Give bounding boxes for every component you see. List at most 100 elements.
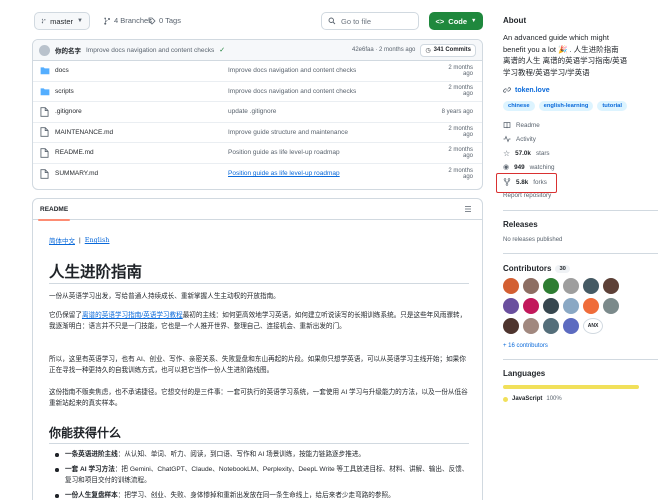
- topics: chinese english-learning tutorial: [503, 101, 628, 111]
- divider: [49, 443, 469, 444]
- search-icon: [328, 17, 336, 25]
- tags-link[interactable]: 0 Tags: [148, 16, 181, 25]
- topic-tag[interactable]: tutorial: [597, 101, 628, 111]
- contributors-count: 30: [555, 264, 570, 273]
- language-item[interactable]: JavaScript 100%: [503, 396, 562, 402]
- file-name[interactable]: SUMMARY.md: [52, 170, 228, 177]
- activity-label: Activity: [516, 135, 536, 143]
- paragraph-text: 它仍保留了: [49, 312, 82, 319]
- report-repository-link[interactable]: Report repository: [503, 192, 551, 199]
- go-to-file-input[interactable]: Go to file: [321, 12, 419, 30]
- branches-link[interactable]: 4 Branches: [103, 16, 152, 25]
- folder-icon: [40, 66, 52, 75]
- language-bar: [503, 385, 639, 389]
- contributor-anx[interactable]: ANX: [583, 318, 603, 334]
- tags-count: 0 Tags: [159, 16, 181, 25]
- chevron-down-icon: ▼: [77, 18, 83, 24]
- avatar[interactable]: [603, 298, 619, 314]
- code-icon: <>: [435, 16, 445, 26]
- readme-header: README: [33, 199, 482, 221]
- file-row[interactable]: MAINTENANCE.md Improve guide structure an…: [33, 123, 482, 143]
- feature-text: ：把 Gemini、ChatGPT、Claude、NotebookLM、Perp…: [65, 466, 469, 484]
- check-icon[interactable]: ✓: [219, 46, 225, 54]
- outline-icon[interactable]: [464, 205, 472, 213]
- file-name[interactable]: README.md: [52, 149, 228, 156]
- avatar[interactable]: [583, 278, 599, 294]
- avatar[interactable]: [583, 298, 599, 314]
- avatar[interactable]: [563, 318, 579, 334]
- code-label: Code: [448, 16, 468, 26]
- watching-count: 949: [514, 163, 525, 171]
- file-commit-message[interactable]: Position guide as life level-up roadmap: [228, 170, 438, 177]
- avatar[interactable]: [503, 318, 519, 334]
- avatar[interactable]: [543, 278, 559, 294]
- file-name[interactable]: docs: [52, 67, 228, 74]
- file-commit-message[interactable]: Improve guide structure and maintenance: [228, 129, 438, 136]
- file-row[interactable]: README.md Position guide as life level-up…: [33, 143, 482, 164]
- file-commit-message[interactable]: update .gitignore: [228, 108, 438, 115]
- commit-message[interactable]: Improve docs navigation and content chec…: [86, 47, 214, 54]
- commit-author[interactable]: 你的名字: [55, 45, 81, 55]
- avatar[interactable]: [563, 278, 579, 294]
- readme-link[interactable]: Readme: [503, 121, 540, 129]
- forks-highlight-box: [496, 173, 557, 193]
- about-title: About: [503, 16, 527, 25]
- readme-paragraph-2: 它仍保留了离谱的英语学习指南/英语学习教程最初的主线：如何更高效地学习英语，如何…: [49, 310, 471, 332]
- avatar[interactable]: [563, 298, 579, 314]
- topic-tag[interactable]: chinese: [503, 101, 535, 111]
- readme-paragraph-4: 这份指南不贩卖焦虑，也不承诺捷径。它想交付的是三件事：一套可执行的英语学习系统，…: [49, 389, 468, 407]
- repo-toolbar: master ▼ 4 Branches 0 Tags Go to file <>…: [32, 12, 483, 32]
- commit-hash-time[interactable]: 42e6faa · 2 months ago: [352, 47, 415, 53]
- file-row[interactable]: docs Improve docs navigation and content …: [33, 61, 482, 82]
- guide-link[interactable]: 离谱的英语学习指南/英语学习教程: [82, 312, 183, 319]
- avatar[interactable]: [523, 318, 539, 334]
- divider: [503, 253, 658, 254]
- avatar[interactable]: [503, 298, 519, 314]
- avatar[interactable]: [523, 278, 539, 294]
- lang-link-en[interactable]: English: [85, 236, 110, 244]
- file-row[interactable]: .gitignore update .gitignore 8 years ago: [33, 102, 482, 123]
- file-name[interactable]: scripts: [52, 88, 228, 95]
- file-name[interactable]: MAINTENANCE.md: [52, 129, 228, 136]
- avatar[interactable]: [603, 278, 619, 294]
- avatar[interactable]: [543, 298, 559, 314]
- section-heading: 你能获得什么: [49, 426, 122, 440]
- website-link[interactable]: token.love: [503, 86, 550, 94]
- avatar[interactable]: [523, 298, 539, 314]
- feature-title: 一套 AI 学习方法: [65, 466, 115, 473]
- file-date: 2 months ago: [448, 167, 473, 180]
- readme-tab[interactable]: README: [37, 199, 71, 221]
- releases-title[interactable]: Releases: [503, 220, 538, 229]
- lang-separator: |: [79, 236, 81, 244]
- file-name[interactable]: .gitignore: [52, 108, 228, 115]
- commits-button[interactable]: ◷ 341 Commits: [420, 43, 476, 57]
- contributors-header[interactable]: Contributors 30: [503, 264, 570, 273]
- tag-icon: [148, 17, 156, 25]
- stars-link[interactable]: ☆ 57.0k stars: [503, 149, 550, 158]
- lang-link-zh[interactable]: 简体中文: [49, 235, 75, 245]
- file-row[interactable]: SUMMARY.md Position guide as life level-u…: [33, 164, 482, 185]
- website-text: token.love: [515, 86, 550, 94]
- code-button[interactable]: <> Code ▼: [429, 12, 483, 30]
- stars-label: stars: [535, 150, 550, 157]
- go-to-file-placeholder: Go to file: [341, 16, 372, 26]
- more-contributors-link[interactable]: + 16 contributors: [503, 343, 548, 349]
- commits-count: 341 Commits: [433, 47, 471, 53]
- avatar[interactable]: [543, 318, 559, 334]
- file-icon: [40, 169, 52, 179]
- feature-text: ：从认知、单词、听力、阅读，到口语、写作和 AI 场景训练，按能力链路逐步推进。: [117, 451, 366, 458]
- activity-link[interactable]: Activity: [503, 135, 536, 143]
- file-date: 2 months ago: [448, 85, 473, 98]
- avatar[interactable]: [39, 44, 50, 56]
- branch-select[interactable]: master ▼: [34, 12, 90, 30]
- topic-tag[interactable]: english-learning: [538, 101, 594, 111]
- languages-title: Languages: [503, 369, 546, 378]
- file-commit-message[interactable]: Position guide as life level-up roadmap: [228, 149, 438, 156]
- file-row[interactable]: scripts Improve docs navigation and conte…: [33, 82, 482, 102]
- link-icon: [503, 87, 511, 93]
- avatar[interactable]: [503, 278, 519, 294]
- file-commit-message[interactable]: Improve docs navigation and content chec…: [228, 88, 438, 95]
- file-commit-message[interactable]: Improve docs navigation and content chec…: [228, 67, 438, 74]
- watching-link[interactable]: ◉ 949 watching: [503, 163, 554, 172]
- eye-icon: ◉: [503, 164, 510, 171]
